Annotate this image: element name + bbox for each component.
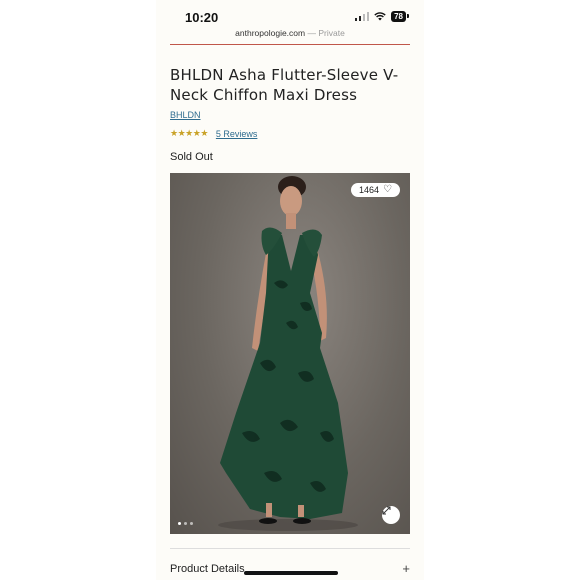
product-image[interactable]: 1464 ♡ bbox=[170, 173, 410, 534]
url-domain: anthropologie.com bbox=[235, 28, 306, 38]
cellular-signal-icon bbox=[354, 12, 370, 21]
status-time: 10:20 bbox=[185, 10, 219, 25]
gallery-pagination[interactable] bbox=[178, 522, 193, 525]
star-filled-icon: ★ bbox=[185, 128, 193, 138]
gallery-dot[interactable] bbox=[178, 522, 181, 525]
heart-icon: ♡ bbox=[383, 184, 392, 195]
like-count: 1464 bbox=[359, 185, 380, 195]
plus-icon: + bbox=[402, 561, 410, 576]
gallery-dot[interactable] bbox=[190, 522, 193, 525]
like-button[interactable]: 1464 ♡ bbox=[351, 183, 400, 197]
dress-model-illustration bbox=[218, 176, 358, 531]
expand-image-button[interactable] bbox=[382, 506, 400, 524]
star-filled-icon: ★ bbox=[200, 128, 208, 138]
status-bar: 10:20 78 bbox=[156, 0, 424, 28]
home-indicator[interactable] bbox=[244, 571, 338, 575]
product-title: BHLDN Asha Flutter-Sleeve V-Neck Chiffon… bbox=[170, 66, 399, 104]
address-bar[interactable]: anthropologie.com — Private bbox=[156, 28, 424, 42]
private-mode-label: Private bbox=[318, 28, 345, 38]
battery-icon: 78 bbox=[391, 11, 409, 22]
page-load-accent-line bbox=[170, 44, 410, 45]
wifi-icon bbox=[374, 12, 386, 21]
product-details-label: Product Details bbox=[170, 562, 245, 575]
gallery-dot[interactable] bbox=[184, 522, 187, 525]
star-filled-icon: ★ bbox=[170, 128, 178, 138]
url-separator: — bbox=[305, 28, 319, 38]
phone-screen: 10:20 78 anthropologie.com — Private BHL… bbox=[156, 0, 424, 580]
reviews-link[interactable]: 5 Reviews bbox=[216, 129, 258, 139]
brand-link[interactable]: BHLDN bbox=[170, 110, 201, 120]
stock-status: Sold Out bbox=[170, 151, 213, 163]
section-divider bbox=[170, 548, 410, 549]
rating-row: ★★★★★ 5 Reviews bbox=[170, 128, 257, 139]
expand-icon bbox=[382, 506, 391, 515]
status-icons: 78 bbox=[354, 11, 409, 22]
star-rating: ★★★★★ bbox=[170, 128, 208, 139]
